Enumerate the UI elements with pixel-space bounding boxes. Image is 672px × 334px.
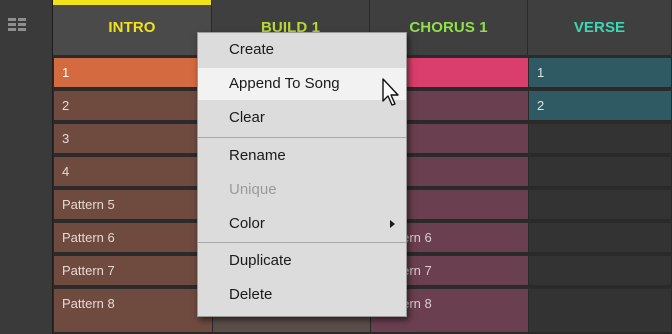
empty-slot[interactable] <box>529 124 672 155</box>
menu-item-duplicate[interactable]: Duplicate <box>198 245 406 277</box>
menu-item-rename[interactable]: Rename <box>198 140 406 172</box>
pattern-slot[interactable]: 2 <box>529 91 672 122</box>
empty-slot[interactable] <box>529 256 672 287</box>
selected-indicator <box>53 0 211 5</box>
pattern-slot[interactable]: Pattern 7 <box>54 256 213 287</box>
empty-slot[interactable] <box>529 289 672 334</box>
menu-item-label: Color <box>229 215 265 232</box>
pattern-slot[interactable]: Pattern 6 <box>54 223 213 254</box>
pattern-slot[interactable]: 2 <box>54 91 213 122</box>
scene-tab-intro[interactable]: INTRO <box>53 0 212 55</box>
pattern-slot[interactable]: 1 <box>54 58 213 89</box>
menu-item-append-to-song[interactable]: Append To Song <box>198 68 406 100</box>
empty-slot[interactable] <box>529 223 672 254</box>
menu-item-delete[interactable]: Delete <box>198 279 406 311</box>
grid-view-icon[interactable] <box>8 18 26 34</box>
pattern-slot[interactable]: Pattern 5 <box>54 190 213 221</box>
menu-item-color[interactable]: Color <box>198 208 406 240</box>
submenu-arrow-icon <box>390 220 395 228</box>
pattern-slot[interactable]: 4 <box>54 157 213 188</box>
mouse-pointer-icon <box>382 78 399 106</box>
scene-grid-view: INTRO BUILD 1 CHORUS 1 VERSE 1 2 3 4 Pat… <box>0 0 672 334</box>
menu-separator <box>198 242 406 243</box>
scene-tab-verse[interactable]: VERSE <box>528 0 672 55</box>
menu-separator <box>198 137 406 138</box>
pattern-slot[interactable]: Pattern 8 <box>54 289 213 334</box>
empty-slot[interactable] <box>529 157 672 188</box>
scene-label: VERSE <box>573 19 626 36</box>
context-menu: Create Append To Song Clear Rename Uniqu… <box>197 32 407 317</box>
scene-label: INTRO <box>108 19 156 36</box>
pattern-slot[interactable]: 3 <box>54 124 213 155</box>
pattern-slot[interactable]: 1 <box>529 58 672 89</box>
menu-item-clear[interactable]: Clear <box>198 102 406 134</box>
menu-item-create[interactable]: Create <box>198 34 406 66</box>
empty-slot[interactable] <box>529 190 672 221</box>
menu-item-unique: Unique <box>229 181 277 198</box>
left-sidebar <box>0 0 53 334</box>
